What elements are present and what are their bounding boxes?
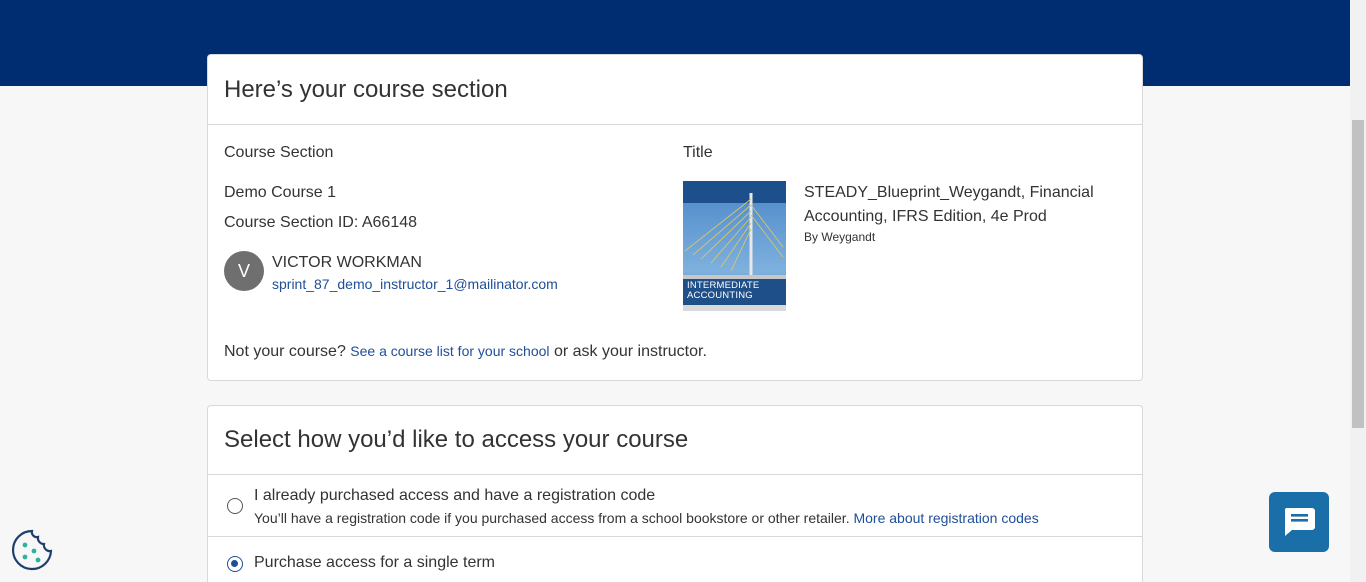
not-your-course-suffix: or ask your instructor. (553, 343, 707, 360)
cookie-icon (11, 529, 53, 571)
not-your-course-text: Not your course? See a course list for y… (224, 343, 707, 361)
course-name: Demo Course 1 (224, 184, 337, 201)
course-section-label: Course Section (224, 144, 334, 161)
access-options-heading: Select how you’d like to access your cou… (224, 426, 689, 453)
access-options-header: Select how you’d like to access your cou… (208, 406, 1142, 475)
book-cover-text: INTERMEDIATE ACCOUNTING (687, 280, 760, 301)
instructor-name: VICTOR WORKMAN (272, 254, 422, 271)
radio-single-term[interactable] (227, 556, 243, 572)
book-cover-image: INTERMEDIATE ACCOUNTING (683, 181, 786, 311)
registration-code-description-text: You’ll have a registration code if you p… (254, 510, 850, 526)
course-section-heading: Here’s your course section (224, 75, 508, 103)
access-options-card: Select how you’d like to access your cou… (207, 405, 1143, 582)
option-single-term-title: Purchase access for a single term (254, 554, 495, 571)
option-registration-code[interactable]: I already purchased access and have a re… (208, 476, 1142, 537)
chat-bubble-icon (1284, 508, 1315, 536)
book-title: STEADY_Blueprint_Weygandt, Financial Acc… (804, 184, 1094, 225)
course-section-header: Here’s your course section (208, 55, 1142, 125)
course-section-id: Course Section ID: A66148 (224, 214, 418, 231)
book-author: By Weygandt (804, 230, 876, 244)
title-label: Title (683, 144, 713, 161)
not-your-course-prefix: Not your course? (224, 343, 346, 360)
more-about-registration-codes-link[interactable]: More about registration codes (853, 510, 1038, 526)
option-registration-code-title: I already purchased access and have a re… (254, 487, 656, 504)
course-list-link[interactable]: See a course list for your school (350, 343, 549, 359)
instructor-email-link[interactable]: sprint_87_demo_instructor_1@mailinator.c… (272, 276, 558, 292)
option-single-term[interactable]: Purchase access for a single term (208, 537, 1142, 582)
cookie-settings-button[interactable] (11, 529, 53, 571)
course-section-card: Here’s your course section Course Sectio… (207, 54, 1143, 381)
scrollbar-thumb[interactable] (1352, 120, 1364, 428)
radio-registration-code[interactable] (227, 498, 243, 514)
instructor-avatar: V (224, 251, 264, 291)
chat-button[interactable] (1269, 492, 1329, 552)
page-scrollbar[interactable] (1350, 0, 1366, 582)
option-registration-code-description: You’ll have a registration code if you p… (254, 510, 1039, 526)
